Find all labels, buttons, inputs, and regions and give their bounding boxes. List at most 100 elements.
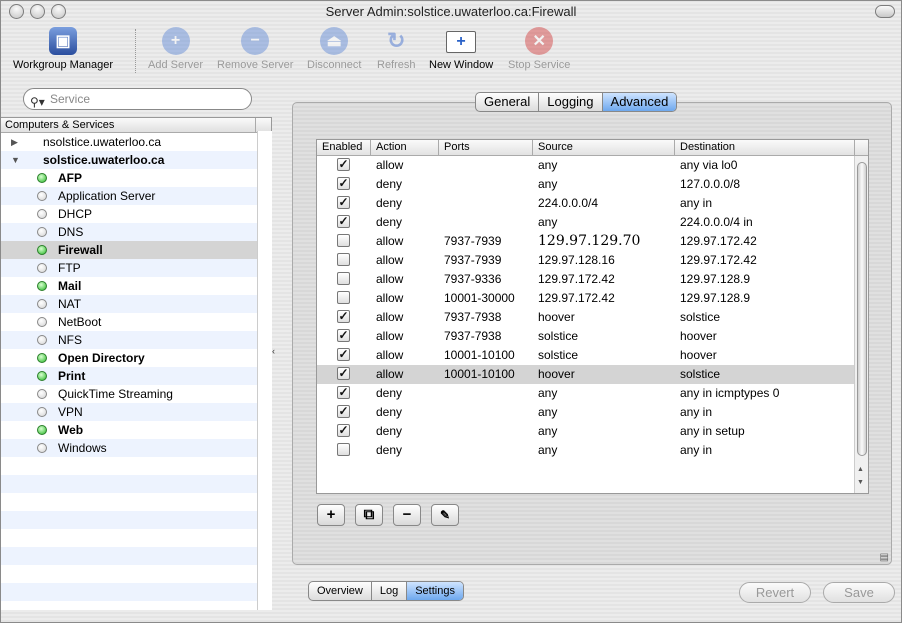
table-row[interactable]: ✓ allow 10001-10100 hoover solstice: [317, 365, 868, 384]
enabled-checkbox[interactable]: ✓: [337, 215, 350, 228]
enabled-checkbox[interactable]: ✓: [337, 158, 350, 171]
col-destination[interactable]: Destination: [675, 140, 855, 155]
service-item[interactable]: NAT: [1, 295, 271, 313]
enabled-checkbox[interactable]: [337, 272, 350, 285]
refresh-button[interactable]: ↻ Refresh: [377, 27, 416, 71]
service-item[interactable]: NetBoot: [1, 313, 271, 331]
tab-overview[interactable]: Overview: [309, 582, 372, 600]
col-enabled[interactable]: Enabled: [317, 140, 371, 155]
edit-rule-button[interactable]: ✎: [431, 504, 459, 526]
new-window-button[interactable]: + New Window: [429, 27, 493, 71]
table-row[interactable]: ✓ allow any any via lo0: [317, 156, 868, 175]
workgroup-manager-button[interactable]: ▣ Workgroup Manager: [13, 27, 113, 71]
table-row[interactable]: ✓ deny any any in: [317, 403, 868, 422]
source-cell: any: [538, 215, 558, 229]
service-item[interactable]: Application Server: [1, 187, 271, 205]
table-row[interactable]: ✓ deny any any in setup: [317, 422, 868, 441]
action-cell: deny: [376, 443, 403, 457]
enabled-checkbox[interactable]: ✓: [337, 329, 350, 342]
col-ports[interactable]: Ports: [439, 140, 533, 155]
scroll-down-arrow[interactable]: ▼: [857, 479, 864, 486]
server-row[interactable]: ▶ nsolstice.uwaterloo.ca: [1, 133, 271, 151]
enabled-checkbox[interactable]: [337, 234, 350, 247]
service-item[interactable]: FTP: [1, 259, 271, 277]
table-row[interactable]: allow 7937-7939 129.97.129.70 129.97.172.42: [317, 232, 868, 251]
enabled-checkbox[interactable]: ✓: [337, 310, 350, 323]
sidebar-scrollbar[interactable]: [257, 131, 272, 610]
table-row[interactable]: ✓ deny any 224.0.0.0/4 in: [317, 213, 868, 232]
disclosure-closed-icon[interactable]: ▶: [11, 133, 18, 151]
stopped-status-icon: [37, 263, 47, 273]
enabled-checkbox[interactable]: ✓: [337, 367, 350, 380]
service-search-field[interactable]: ⚲▾ Service: [23, 88, 252, 110]
destination-cell: any in: [680, 443, 713, 457]
service-item[interactable]: Mail: [1, 277, 271, 295]
tab-settings[interactable]: Settings: [407, 582, 463, 600]
table-row[interactable]: ✓ deny any 127.0.0.0/8: [317, 175, 868, 194]
service-item[interactable]: Firewall: [1, 241, 271, 259]
service-item[interactable]: AFP: [1, 169, 271, 187]
col-source[interactable]: Source: [533, 140, 675, 155]
service-item[interactable]: Web: [1, 421, 271, 439]
table-row[interactable]: ✓ deny any any in icmptypes 0: [317, 384, 868, 403]
remove-rule-button[interactable]: −: [393, 504, 421, 526]
ports-cell: 7937-7939: [444, 234, 502, 248]
disconnect-button[interactable]: ⏏ Disconnect: [307, 27, 361, 71]
stop-service-button[interactable]: ✕ Stop Service: [508, 27, 570, 71]
close-window-button[interactable]: [9, 4, 24, 19]
scroll-up-arrow[interactable]: ▲: [857, 466, 864, 473]
service-name: NFS: [58, 333, 82, 347]
service-item[interactable]: VPN: [1, 403, 271, 421]
service-name: Print: [58, 369, 86, 383]
add-rule-button[interactable]: +: [317, 504, 345, 526]
server-row[interactable]: ▼ solstice.uwaterloo.ca: [1, 151, 271, 169]
empty-row: [1, 547, 271, 565]
zoom-window-button[interactable]: [51, 4, 66, 19]
enabled-checkbox[interactable]: ✓: [337, 424, 350, 437]
table-scrollbar[interactable]: ▲ ▼: [854, 156, 868, 493]
toolbar-toggle-button[interactable]: [875, 5, 895, 18]
scroll-thumb[interactable]: [857, 162, 867, 456]
table-row[interactable]: allow 7937-7939 129.97.128.16 129.97.172.42: [317, 251, 868, 270]
table-row[interactable]: ✓ allow 7937-7938 hoover solstice: [317, 308, 868, 327]
service-item[interactable]: DHCP: [1, 205, 271, 223]
source-cell: 129.97.172.42: [538, 272, 615, 286]
table-row[interactable]: deny any any in: [317, 441, 868, 460]
service-item[interactable]: QuickTime Streaming: [1, 385, 271, 403]
empty-row: [1, 493, 271, 511]
minimize-window-button[interactable]: [30, 4, 45, 19]
service-item[interactable]: NFS: [1, 331, 271, 349]
table-row[interactable]: allow 7937-9336 129.97.172.42 129.97.128.9: [317, 270, 868, 289]
splitter-handle[interactable]: ‹: [272, 346, 275, 356]
service-item[interactable]: Windows: [1, 439, 271, 457]
enabled-checkbox[interactable]: ✓: [337, 196, 350, 209]
tab-log[interactable]: Log: [372, 582, 408, 600]
table-row[interactable]: allow 10001-30000 129.97.172.42 129.97.128.…: [317, 289, 868, 308]
tab-general[interactable]: General: [476, 93, 540, 111]
service-item[interactable]: Open Directory: [1, 349, 271, 367]
enabled-checkbox[interactable]: [337, 291, 350, 304]
enabled-checkbox[interactable]: ✓: [337, 177, 350, 190]
service-item[interactable]: Print: [1, 367, 271, 385]
enabled-checkbox[interactable]: ✓: [337, 386, 350, 399]
enabled-checkbox[interactable]: [337, 443, 350, 456]
enabled-checkbox[interactable]: [337, 253, 350, 266]
table-row[interactable]: ✓ deny 224.0.0.0/4 any in: [317, 194, 868, 213]
tab-advanced[interactable]: Advanced: [602, 93, 677, 111]
disclosure-open-icon[interactable]: ▼: [11, 151, 20, 169]
service-item[interactable]: DNS: [1, 223, 271, 241]
save-button[interactable]: Save: [823, 582, 895, 603]
enabled-checkbox[interactable]: ✓: [337, 348, 350, 361]
add-icon: +: [161, 27, 190, 55]
revert-button[interactable]: Revert: [739, 582, 811, 603]
table-row[interactable]: ✓ allow 10001-10100 solstice hoover: [317, 346, 868, 365]
remove-rule-icon: −: [402, 506, 412, 523]
duplicate-rule-button[interactable]: ⧉: [355, 504, 383, 526]
add-server-button[interactable]: + Add Server: [148, 27, 203, 71]
remove-server-button[interactable]: − Remove Server: [217, 27, 293, 71]
col-action[interactable]: Action: [371, 140, 439, 155]
enabled-checkbox[interactable]: ✓: [337, 405, 350, 418]
stopped-status-icon: [37, 389, 47, 399]
tab-logging[interactable]: Logging: [539, 93, 603, 111]
table-row[interactable]: ✓ allow 7937-7938 solstice hoover: [317, 327, 868, 346]
